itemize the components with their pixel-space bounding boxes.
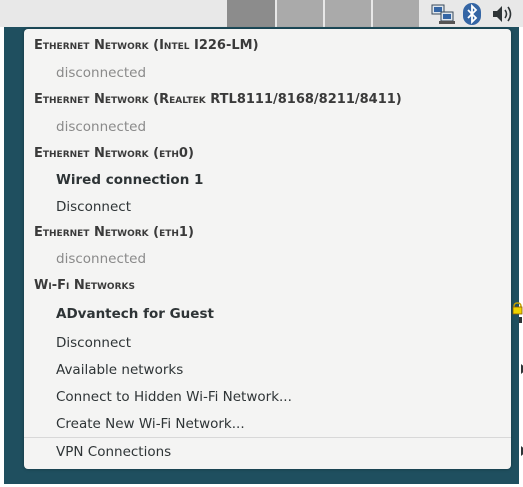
available-networks-label: Available networks [56, 361, 184, 378]
top-panel [0, 0, 523, 27]
panel-segment[interactable] [373, 0, 419, 27]
wifi-connection[interactable]: ADvantech for Guest [24, 299, 523, 329]
status-realtek: disconnected [56, 118, 147, 135]
panel-segment-active[interactable] [227, 0, 275, 27]
status-eth1: disconnected [56, 250, 147, 267]
vpn-connections-item[interactable]: VPN Connections [24, 438, 523, 465]
vpn-connections-label: VPN Connections [56, 443, 172, 460]
section-header-intel: Ethernet Network (Intel I226-LM) [34, 38, 259, 53]
network-menu: Ethernet Network (Intel I226-LM) disconn… [24, 29, 523, 469]
panel-segment[interactable] [277, 0, 323, 27]
available-networks-item[interactable]: Available networks [24, 356, 523, 383]
bluetooth-icon[interactable] [459, 0, 485, 27]
connect-hidden-wifi-item[interactable]: Connect to Hidden Wi-Fi Network... [24, 383, 523, 410]
wifi-disconnect-button[interactable]: Disconnect [24, 329, 523, 356]
disconnect-eth0-button[interactable]: Disconnect [24, 193, 523, 220]
section-header-wifi: Wi-Fi Networks [34, 278, 135, 293]
section-header-eth0: Ethernet Network (eth0) [34, 146, 194, 161]
network-wired-icon[interactable] [430, 0, 456, 27]
wifi-connection-label: ADvantech for Guest [56, 306, 214, 322]
wifi-signal-secure-icon [511, 302, 523, 328]
connection-eth0[interactable]: Wired connection 1 [24, 166, 523, 193]
volume-icon[interactable] [488, 0, 518, 27]
create-wifi-item[interactable]: Create New Wi-Fi Network... [24, 410, 523, 437]
section-header-eth1: Ethernet Network (eth1) [34, 225, 194, 240]
status-intel: disconnected [56, 64, 147, 81]
section-header-realtek: Ethernet Network (Realtek RTL8111/8168/8… [34, 92, 402, 107]
panel-segment[interactable] [325, 0, 371, 27]
